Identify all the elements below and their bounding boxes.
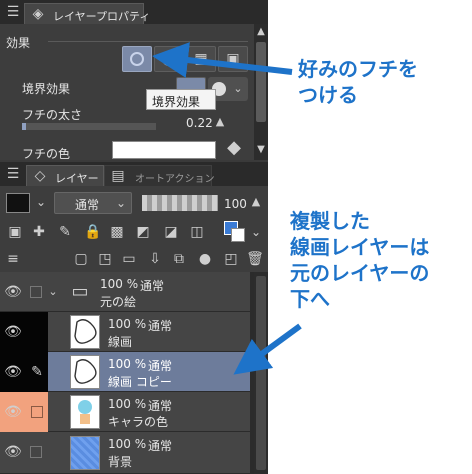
arrow-to-effect	[152, 42, 293, 78]
annotation-line: 元のレイヤーの	[290, 261, 430, 285]
annotation-line: 下へ	[290, 287, 330, 311]
arrow-to-layer	[233, 323, 302, 375]
annotation-top: 好みのフチを つける	[298, 58, 418, 106]
annotation-line: 好みのフチを	[298, 57, 418, 81]
annotation-line: つける	[298, 83, 358, 107]
annotation-line: 複製した	[290, 209, 370, 233]
annotation-bottom: 複製した 線画レイヤーは 元のレイヤーの 下へ	[290, 210, 429, 310]
annotation-line: 線画レイヤーは	[290, 235, 430, 259]
